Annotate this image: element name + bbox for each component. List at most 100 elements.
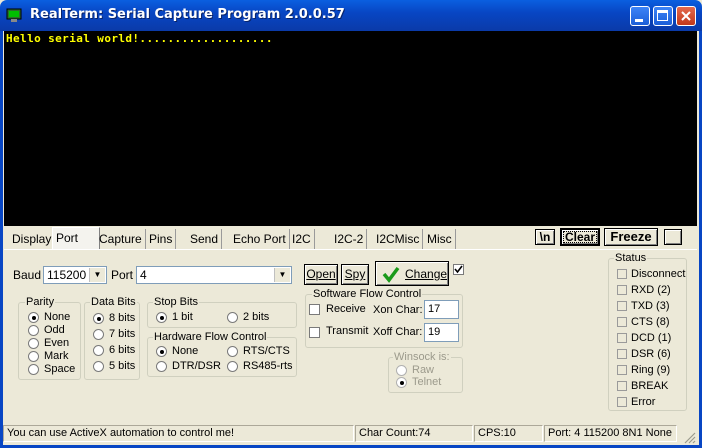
baud-select[interactable]: 115200 ▼ xyxy=(43,266,107,284)
data-bits-title: Data Bits xyxy=(90,296,137,308)
tab-i2c[interactable]: I2C xyxy=(289,229,315,249)
hw-flow-dtrdsr-radio[interactable] xyxy=(156,361,167,372)
check-icon xyxy=(454,265,463,274)
open-button[interactable]: Open xyxy=(304,264,338,285)
tab-port[interactable]: Port xyxy=(52,227,100,250)
stop-bits-1-label: 1 bit xyxy=(172,311,193,323)
hw-flow-none-label: None xyxy=(172,345,199,357)
baud-label: Baud xyxy=(13,268,42,282)
data-bits-6-label: 6 bits xyxy=(109,344,136,356)
stop-bits-1-radio[interactable] xyxy=(156,312,167,323)
parity-even-radio[interactable] xyxy=(28,338,39,349)
receive-label: Receive xyxy=(326,303,366,315)
stop-bits-2-radio[interactable] xyxy=(227,312,238,323)
tab-pins[interactable]: Pins xyxy=(146,229,177,249)
transmit-checkbox[interactable] xyxy=(309,327,320,338)
terminal-text: Hello serial world!................... xyxy=(6,32,273,45)
port-select[interactable]: 4 ▼ xyxy=(136,266,292,284)
data-bits-7-label: 7 bits xyxy=(109,328,136,340)
status-dcd-label: DCD (1) xyxy=(631,332,672,344)
status-ring-label: Ring (9) xyxy=(631,364,671,376)
status-error-label: Error xyxy=(631,396,656,408)
status-rxd-label: RXD (2) xyxy=(631,284,671,296)
xoff-label: Xoff Char: xyxy=(373,326,423,338)
extra-button[interactable] xyxy=(664,229,682,245)
port-value: 4 xyxy=(140,268,147,282)
stop-bits-2-label: 2 bits xyxy=(243,311,270,323)
tab-capture[interactable]: Capture xyxy=(96,229,146,249)
status-led xyxy=(617,381,627,391)
parity-title: Parity xyxy=(25,296,56,308)
port-label: Port xyxy=(111,268,134,282)
status-led xyxy=(617,365,627,375)
winsock-telnet-label: Telnet xyxy=(412,376,442,388)
status-disconnect-label: Disconnect xyxy=(631,268,686,280)
sw-flow-title: Software Flow Control xyxy=(312,288,423,300)
hw-flow-rs485-label: RS485-rts xyxy=(243,360,293,372)
tab-display[interactable]: Display xyxy=(9,229,56,249)
hw-flow-rtscts-radio[interactable] xyxy=(227,346,238,357)
statusbar-port-info: Port: 4 115200 8N1 None xyxy=(544,425,677,442)
stop-bits-title: Stop Bits xyxy=(153,296,200,308)
realterm-app-icon xyxy=(6,8,22,22)
parity-space-radio[interactable] xyxy=(28,364,39,375)
status-txd-label: TXD (3) xyxy=(631,300,670,312)
tab-echo-port[interactable]: Echo Port xyxy=(230,229,290,249)
maximize-button[interactable] xyxy=(653,6,673,26)
tab-i2c-2[interactable]: I2C-2 xyxy=(331,229,368,249)
status-led xyxy=(617,301,627,311)
window-title: RealTerm: Serial Capture Program 2.0.0.5… xyxy=(30,7,345,22)
statusbar-message: You can use ActiveX automation to contro… xyxy=(3,425,354,442)
hw-flow-rs485-radio[interactable] xyxy=(227,361,238,372)
tab-misc[interactable]: Misc xyxy=(424,229,456,249)
parity-space-label: Space xyxy=(44,363,76,375)
xon-label: Xon Char: xyxy=(373,304,423,316)
status-led xyxy=(617,397,627,407)
winsock-raw-label: Raw xyxy=(412,364,435,376)
data-bits-5-radio[interactable] xyxy=(93,361,104,372)
tab-send[interactable]: Send xyxy=(187,229,223,249)
hw-flow-rtscts-label: RTS/CTS xyxy=(243,345,290,357)
statusbar-cps: CPS:10 xyxy=(474,425,543,442)
parity-odd-radio[interactable] xyxy=(28,325,39,336)
receive-checkbox[interactable] xyxy=(309,304,320,315)
status-led xyxy=(617,269,627,279)
hw-flow-title: Hardware Flow Control xyxy=(153,331,268,343)
data-bits-6-radio[interactable] xyxy=(93,345,104,356)
parity-odd-label: Odd xyxy=(44,324,65,336)
data-bits-8-label: 8 bits xyxy=(109,312,136,324)
close-button[interactable] xyxy=(676,6,696,26)
winsock-title: Winsock is: xyxy=(393,351,451,363)
tab-i2cmisc[interactable]: I2CMisc xyxy=(373,229,424,249)
newline-button[interactable]: \n xyxy=(535,229,555,245)
status-title: Status xyxy=(614,252,648,264)
close-icon xyxy=(681,11,691,21)
winsock-raw-radio[interactable] xyxy=(396,365,407,376)
hw-flow-dtrdsr-label: DTR/DSR xyxy=(172,360,221,372)
chevron-down-icon[interactable]: ▼ xyxy=(274,268,290,282)
status-led xyxy=(617,317,627,327)
xon-input[interactable]: 17 xyxy=(424,300,459,319)
freeze-button[interactable]: Freeze xyxy=(604,228,658,246)
data-bits-7-radio[interactable] xyxy=(93,329,104,340)
parity-mark-radio[interactable] xyxy=(28,351,39,362)
terminal-display[interactable] xyxy=(4,31,697,226)
chevron-down-icon[interactable]: ▼ xyxy=(89,268,105,282)
minimize-button[interactable] xyxy=(630,6,650,26)
parity-even-label: Even xyxy=(44,337,70,349)
parity-none-radio[interactable] xyxy=(28,312,39,323)
hw-flow-none-radio[interactable] xyxy=(156,346,167,357)
spy-button[interactable]: Spy xyxy=(341,264,369,285)
status-break-label: BREAK xyxy=(631,380,669,392)
resize-grip-icon[interactable] xyxy=(682,430,696,444)
clear-button[interactable]: Clear xyxy=(560,228,600,246)
winsock-telnet-radio[interactable] xyxy=(396,377,407,388)
change-button-label: Change xyxy=(405,267,448,281)
change-checkbox[interactable] xyxy=(453,264,464,275)
data-bits-8-radio[interactable] xyxy=(93,313,104,324)
parity-none-label: None xyxy=(44,311,71,323)
minimize-icon xyxy=(635,19,643,22)
transmit-label: Transmit xyxy=(326,325,369,337)
xoff-input[interactable]: 19 xyxy=(424,323,459,342)
change-button[interactable]: Change xyxy=(375,261,449,286)
